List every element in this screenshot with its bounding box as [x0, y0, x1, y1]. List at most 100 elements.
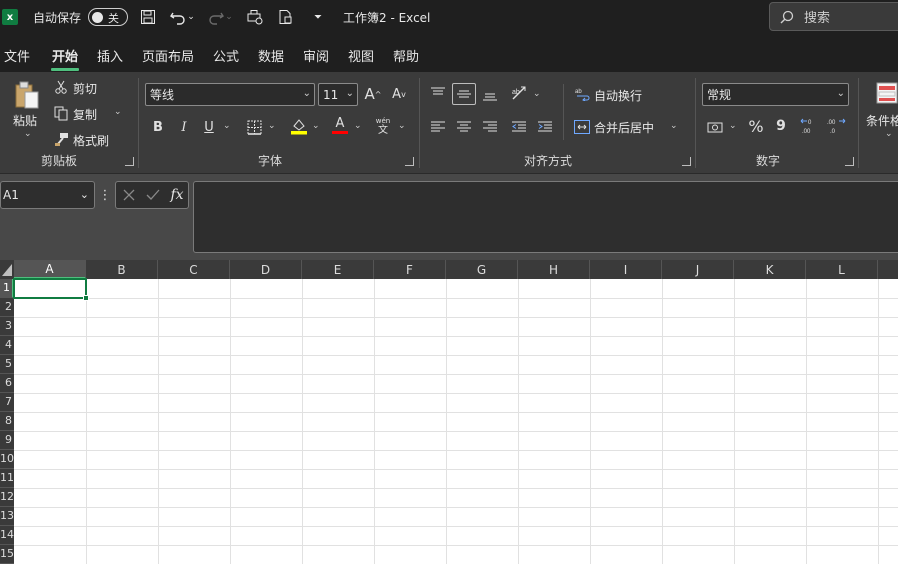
column-header-i[interactable]: I	[590, 260, 662, 279]
fill-color-icon[interactable]	[289, 116, 309, 136]
row-header-9[interactable]: 9	[0, 431, 14, 450]
format-painter-icon[interactable]	[53, 131, 69, 147]
cut-button[interactable]: 剪切	[73, 80, 97, 97]
row-header-1[interactable]: 1	[0, 279, 14, 298]
name-box[interactable]: A1 ⌄	[0, 181, 95, 209]
row-header-8[interactable]: 8	[0, 412, 14, 431]
cancel-icon[interactable]	[120, 186, 138, 204]
column-header-k[interactable]: K	[734, 260, 806, 279]
print-preview-icon[interactable]	[246, 8, 264, 26]
document-icon[interactable]	[276, 8, 294, 26]
merge-dropdown-icon[interactable]: ⌄	[670, 121, 678, 131]
column-header-e[interactable]: E	[302, 260, 374, 279]
customize-qat-icon[interactable]: ⏷	[309, 8, 327, 26]
alignment-launcher-icon[interactable]	[682, 157, 691, 166]
align-middle-icon[interactable]	[452, 83, 476, 105]
tab-data[interactable]: 数据	[258, 46, 284, 65]
comma-style-button[interactable]: 9	[774, 116, 788, 136]
insert-function-button[interactable]: fx	[167, 185, 187, 205]
shrink-font-icon[interactable]: Av	[389, 84, 409, 104]
row-header-10[interactable]: 10	[0, 450, 14, 469]
align-bottom-icon[interactable]	[481, 86, 499, 104]
column-header-m[interactable]	[878, 260, 898, 279]
borders-dropdown-icon[interactable]: ⌄	[268, 121, 276, 131]
wrap-text-button[interactable]: 自动换行	[594, 87, 642, 104]
decrease-indent-icon[interactable]	[510, 118, 528, 136]
column-header-l[interactable]: L	[806, 260, 878, 279]
phonetic-dropdown-icon[interactable]: ⌄	[398, 121, 406, 131]
font-launcher-icon[interactable]	[405, 157, 414, 166]
phonetic-guide-icon[interactable]: wén 文	[374, 115, 392, 137]
conditional-formatting-icon[interactable]	[876, 80, 898, 106]
copy-button[interactable]: 复制	[73, 106, 97, 123]
tab-review[interactable]: 审阅	[303, 46, 329, 65]
bold-button[interactable]: B	[150, 118, 166, 136]
more-options-icon[interactable]: ⋮	[99, 185, 112, 205]
align-right-icon[interactable]	[481, 118, 499, 136]
column-header-h[interactable]: H	[518, 260, 590, 279]
column-header-b[interactable]: B	[86, 260, 158, 279]
borders-icon[interactable]	[245, 118, 263, 136]
row-header-2[interactable]: 2	[0, 298, 14, 317]
accounting-dropdown-icon[interactable]: ⌄	[729, 121, 737, 131]
number-format-select[interactable]: 常规 ⌄	[702, 83, 849, 106]
orientation-dropdown-icon[interactable]: ⌄	[533, 89, 541, 99]
merge-center-icon[interactable]	[573, 118, 591, 136]
format-painter-button[interactable]: 格式刷	[73, 132, 109, 149]
excel-logo-icon[interactable]: x	[2, 0, 18, 34]
font-color-icon[interactable]: A	[330, 114, 350, 136]
search-box[interactable]: 搜索	[769, 2, 898, 31]
align-center-icon[interactable]	[455, 118, 473, 136]
align-left-icon[interactable]	[429, 118, 447, 136]
row-header-12[interactable]: 12	[0, 488, 14, 507]
column-header-f[interactable]: F	[374, 260, 446, 279]
italic-button[interactable]: I	[176, 118, 192, 136]
font-name-select[interactable]: 等线 ⌄	[145, 83, 315, 106]
copy-dropdown-icon[interactable]: ⌄	[114, 107, 122, 117]
tab-home[interactable]: 开始	[52, 46, 78, 65]
tab-page-layout[interactable]: 页面布局	[142, 46, 194, 65]
row-header-4[interactable]: 4	[0, 336, 14, 355]
row-header-3[interactable]: 3	[0, 317, 14, 336]
tab-insert[interactable]: 插入	[97, 46, 123, 65]
redo-dropdown-icon[interactable]: ⌄	[225, 8, 233, 26]
wrap-text-icon[interactable]: ab	[574, 85, 592, 103]
conditional-formatting-button[interactable]: 条件格	[866, 112, 898, 129]
column-header-d[interactable]: D	[230, 260, 302, 279]
underline-button[interactable]: U	[201, 118, 217, 136]
percent-style-button[interactable]: %	[747, 116, 765, 136]
column-header-j[interactable]: J	[662, 260, 734, 279]
orientation-icon[interactable]: ab	[510, 84, 530, 102]
grow-font-icon[interactable]: A ^	[363, 84, 383, 104]
increase-indent-icon[interactable]	[536, 118, 554, 136]
paste-button[interactable]: 粘贴	[13, 112, 37, 129]
decrease-decimal-icon[interactable]: .00 .0	[826, 116, 846, 136]
row-header-7[interactable]: 7	[0, 393, 14, 412]
align-top-icon[interactable]	[429, 84, 447, 102]
merge-center-button[interactable]: 合并后居中	[594, 119, 654, 136]
copy-icon[interactable]	[53, 105, 69, 121]
enter-check-icon[interactable]	[144, 186, 162, 204]
redo-icon[interactable]	[207, 8, 225, 26]
paste-dropdown-icon[interactable]: ⌄	[24, 129, 32, 139]
accounting-format-icon[interactable]	[706, 118, 726, 136]
row-header-15[interactable]: 15	[0, 545, 14, 564]
tab-help[interactable]: 帮助	[393, 46, 419, 65]
active-cell-a1[interactable]	[13, 278, 87, 299]
row-header-6[interactable]: 6	[0, 374, 14, 393]
conditional-dropdown-icon[interactable]: ⌄	[885, 129, 893, 139]
tab-file[interactable]: 文件	[4, 46, 30, 65]
row-header-14[interactable]: 14	[0, 526, 14, 545]
clipboard-launcher-icon[interactable]	[125, 157, 134, 166]
font-color-dropdown-icon[interactable]: ⌄	[354, 121, 362, 131]
column-header-c[interactable]: C	[158, 260, 230, 279]
worksheet-cells[interactable]	[14, 279, 898, 564]
cut-icon[interactable]	[53, 79, 69, 95]
increase-decimal-icon[interactable]: 0.00	[800, 116, 820, 136]
tab-view[interactable]: 视图	[348, 46, 374, 65]
column-header-g[interactable]: G	[446, 260, 518, 279]
paste-icon[interactable]	[12, 79, 42, 111]
tab-formulas[interactable]: 公式	[213, 46, 239, 65]
row-header-5[interactable]: 5	[0, 355, 14, 374]
underline-dropdown-icon[interactable]: ⌄	[223, 121, 231, 131]
